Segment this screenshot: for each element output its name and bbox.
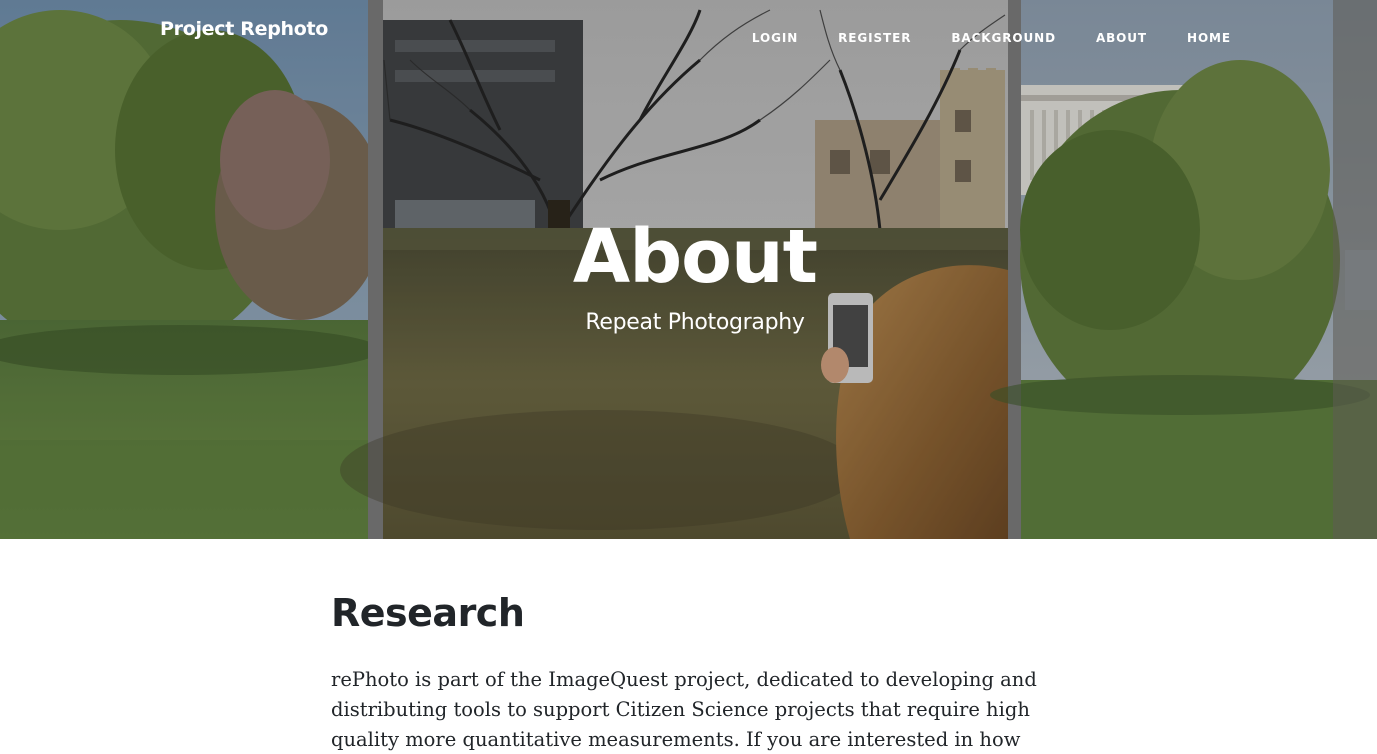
nav-item-about: ABOUT xyxy=(1096,27,1147,46)
nav-item-login: LOGIN xyxy=(752,27,798,46)
nav-link-about[interactable]: ABOUT xyxy=(1096,31,1147,45)
page: Project Rephoto LOGIN REGISTER BACKGROUN… xyxy=(0,0,1377,754)
nav-link-background[interactable]: BACKGROUND xyxy=(951,31,1056,45)
section-heading-research: Research xyxy=(331,591,525,635)
page-title: About xyxy=(572,214,818,300)
hero-heading: About Repeat Photography xyxy=(0,210,1377,338)
top-navbar: Project Rephoto LOGIN REGISTER BACKGROUN… xyxy=(0,0,1377,70)
main-content: Research rePhoto is part of the ImageQue… xyxy=(331,587,1071,754)
hero-header: Project Rephoto LOGIN REGISTER BACKGROUN… xyxy=(0,0,1377,539)
nav-menu: LOGIN REGISTER BACKGROUND ABOUT HOME xyxy=(712,27,1231,46)
nav-link-home[interactable]: HOME xyxy=(1187,31,1231,45)
brand-link[interactable]: Project Rephoto xyxy=(160,18,328,40)
nav-item-background: BACKGROUND xyxy=(951,27,1056,46)
section-paragraph: rePhoto is part of the ImageQuest projec… xyxy=(331,668,1037,751)
page-subtitle: Repeat Photography xyxy=(585,310,805,335)
nav-link-register[interactable]: REGISTER xyxy=(838,31,911,45)
nav-item-register: REGISTER xyxy=(838,27,911,46)
nav-item-home: HOME xyxy=(1187,27,1231,46)
nav-link-login[interactable]: LOGIN xyxy=(752,31,798,45)
